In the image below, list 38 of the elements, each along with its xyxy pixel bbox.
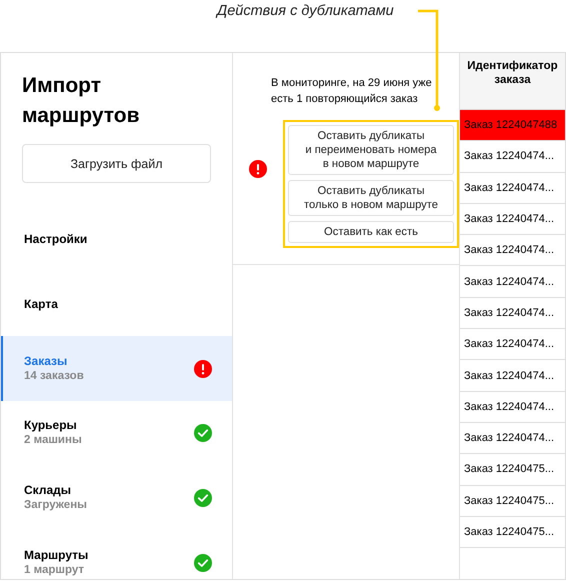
page-title: Импорт маршрутов — [22, 73, 140, 129]
nav-item[interactable]: Карта — [1, 272, 232, 336]
nav-label: Склады — [24, 483, 72, 498]
table-cell: Заказ 12240475... — [460, 486, 565, 517]
table-cell: Заказ 12240474... — [460, 298, 565, 330]
nav-sublabel: 2 машины — [24, 433, 82, 448]
nav-label: Настройки — [24, 232, 88, 247]
table-cell: Заказ 12240474... — [460, 235, 565, 266]
nav-label: Заказы — [24, 354, 68, 369]
nav-item[interactable]: Настройки — [1, 207, 232, 272]
nav-label: Курьеры — [24, 418, 78, 434]
table-cell: Заказ 12240474... — [460, 360, 565, 392]
table-cell: Заказ 12240474... — [460, 141, 565, 173]
table-cell: Заказ 12240474... — [460, 266, 565, 298]
table-cell: Заказ 12240474... — [460, 422, 565, 454]
nav-item[interactable]: Курьеры 2 машины — [1, 401, 232, 466]
annotation-label: Действия с дубликатами — [217, 2, 394, 21]
table-cell: Заказ 1224047488 — [460, 110, 565, 142]
nav-item[interactable]: Маршруты 1 маршрут — [1, 530, 232, 579]
upload-button[interactable]: Загрузить файл — [22, 144, 211, 183]
table-cell: Заказ 12240474... — [460, 392, 565, 423]
table-cell: Заказ 12240474... — [460, 172, 565, 204]
action-button[interactable]: Оставить дубликаты и переименовать номера в новом маршруте — [288, 125, 454, 175]
nav-label: Маршруты — [24, 548, 88, 563]
nav-sublabel: 14 заказов — [24, 368, 84, 384]
table-cell: Заказ 12240475... — [460, 454, 565, 486]
nav-item[interactable]: Заказы 14 заказов — [1, 336, 232, 402]
table-cell: Заказ 12240474... — [460, 329, 565, 360]
nav-item[interactable]: Склады Загружены — [1, 466, 232, 530]
duplicate-message: В мониторинге, на 29 июня уже есть 1 повторяющийся заказ — [271, 76, 433, 107]
table-cell: Заказ 12240474... — [460, 204, 565, 236]
nav-sublabel: 1 маршрут — [24, 562, 85, 578]
action-button[interactable]: Оставить дубликаты только в новом маршруте — [288, 180, 454, 216]
column-header: Идентификатор заказа — [460, 53, 565, 110]
action-button[interactable]: Оставить как есть — [288, 221, 454, 243]
nav-label: Карта — [24, 296, 58, 312]
table-cell: Заказ 12240475... — [460, 516, 565, 548]
nav-sublabel: Загружены — [24, 498, 87, 514]
